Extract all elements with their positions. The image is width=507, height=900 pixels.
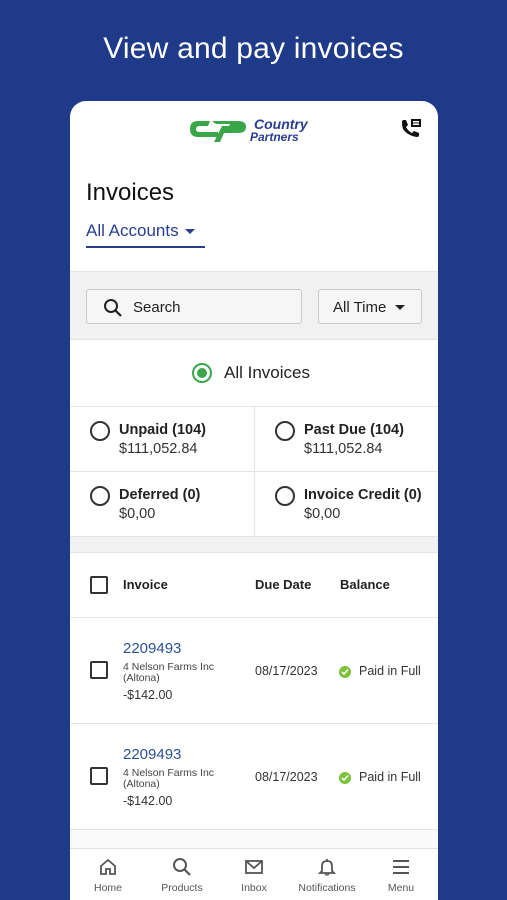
search-icon (104, 299, 122, 317)
column-header-invoice: Invoice (123, 577, 168, 592)
customer-name: 4 Nelson Farms Inc (Altona) (123, 767, 215, 790)
bell-icon (317, 859, 337, 876)
due-date: 08/17/2023 (255, 770, 318, 784)
phone-screen: Country Partners Invoices All Accounts S… (70, 101, 438, 900)
invoice-type-grid: Unpaid (104) $111,052.84 Past Due (104) … (70, 407, 438, 537)
table-header: Invoice Due Date Balance (70, 553, 438, 618)
menu-icon (393, 860, 409, 874)
unpaid-option[interactable]: Unpaid (104) $111,052.84 (70, 407, 254, 472)
promo-headline: View and pay invoices (103, 32, 404, 65)
row-checkbox[interactable] (90, 767, 108, 785)
deferred-radio[interactable] (90, 486, 110, 506)
table-row[interactable]: 2209493 4 Nelson Farms Inc (Altona) -$14… (70, 724, 438, 830)
past-due-option[interactable]: Past Due (104) $111,052.84 (254, 407, 438, 472)
invoice-number-link[interactable]: 2209493 (123, 640, 181, 657)
country-partners-logo: Country Partners (190, 116, 309, 144)
nav-menu[interactable]: Menu (364, 849, 438, 900)
table-row[interactable]: 2209493 4 Nelson Farms Inc (Altona) -$14… (70, 618, 438, 724)
account-selector-label: All Accounts (86, 221, 179, 240)
past-due-radio[interactable] (275, 421, 295, 441)
nav-products[interactable]: Products (146, 849, 218, 900)
brand-name-line2: Partners (250, 130, 299, 144)
invoice-amount: -$142.00 (123, 688, 173, 702)
unpaid-label: Unpaid (104) (119, 422, 207, 438)
column-header-due-date: Due Date (255, 577, 312, 592)
deferred-label: Deferred (0) (119, 487, 201, 503)
unpaid-amount: $111,052.84 (119, 441, 198, 457)
row-checkbox[interactable] (90, 661, 108, 679)
invoice-credit-option[interactable]: Invoice Credit (0) $0,00 (254, 472, 438, 537)
time-filter-select[interactable]: All Time (318, 289, 422, 324)
deferred-option[interactable]: Deferred (0) $0,00 (70, 472, 254, 537)
nav-home-label: Home (93, 882, 122, 894)
search-input[interactable]: Search (86, 289, 302, 324)
invoice-amount: -$142.00 (123, 794, 173, 808)
balance-status: Paid in Full (359, 770, 421, 784)
invoice-credit-label: Invoice Credit (0) (304, 487, 422, 503)
next-row-peek (70, 830, 438, 850)
invoice-credit-amount: $0,00 (304, 506, 341, 522)
column-header-balance: Balance (340, 577, 390, 592)
select-all-checkbox[interactable] (90, 576, 108, 594)
due-date: 08/17/2023 (255, 664, 318, 678)
page-title: Invoices (86, 179, 175, 206)
check-circle-icon (339, 772, 351, 784)
caret-down-icon (395, 305, 405, 310)
app-header: Country Partners (70, 101, 438, 159)
deferred-amount: $0,00 (119, 506, 156, 522)
contact-phone-icon[interactable] (399, 117, 423, 141)
all-invoices-option[interactable]: All Invoices (70, 340, 438, 407)
caret-down-icon (184, 229, 195, 235)
bottom-nav: Home Products Inbox Notifications Menu (70, 848, 438, 900)
past-due-label: Past Due (104) (304, 422, 404, 438)
section-divider (70, 537, 438, 553)
balance-status: Paid in Full (359, 664, 421, 678)
search-placeholder: Search (133, 299, 181, 316)
past-due-amount: $111,052.84 (304, 441, 383, 457)
nav-inbox-label: Inbox (241, 882, 267, 894)
nav-inbox[interactable]: Inbox (218, 849, 290, 900)
account-selector[interactable]: All Accounts (86, 221, 205, 248)
check-circle-icon (339, 666, 351, 678)
nav-notifications-label: Notifications (298, 882, 356, 894)
nav-notifications[interactable]: Notifications (290, 849, 364, 900)
unpaid-radio[interactable] (90, 421, 110, 441)
nav-products-label: Products (161, 882, 203, 894)
home-icon (100, 858, 116, 875)
search-icon (173, 858, 191, 876)
nav-home[interactable]: Home (70, 849, 146, 900)
invoice-number-link[interactable]: 2209493 (123, 746, 181, 763)
time-filter-value: All Time (333, 299, 387, 316)
all-invoices-radio[interactable] (192, 363, 212, 383)
filter-bar: Search All Time (70, 271, 438, 340)
all-invoices-label: All Invoices (224, 363, 310, 382)
customer-name: 4 Nelson Farms Inc (Altona) (123, 661, 215, 684)
invoice-credit-radio[interactable] (275, 486, 295, 506)
nav-menu-label: Menu (387, 882, 415, 894)
mail-icon (245, 860, 263, 874)
